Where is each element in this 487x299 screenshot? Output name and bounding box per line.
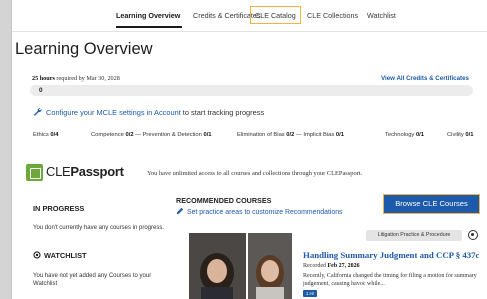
wrench-icon [33, 108, 42, 116]
eye-icon [33, 251, 41, 259]
course-recorded-date: Recorded Feb 27, 2026 [303, 263, 360, 269]
watchlist-heading: WATCHLIST [33, 251, 87, 260]
tab-watchlist[interactable]: Watchlist [367, 11, 396, 20]
watchlist-empty-text: You have not yet added any Courses to yo… [33, 273, 152, 287]
category-elimination-of-bias: Elimination of Bias 0/2 — Implicit Bias … [237, 132, 344, 138]
category-ethics: Ethics 0/4 [33, 132, 59, 138]
page: Learning Overview Credits & Certificates… [11, 0, 487, 299]
course-description: Recently, California changed the timing … [303, 273, 477, 287]
category-competence: Competence 0/2 — Prevention & Detection … [91, 132, 212, 138]
tab-learning-overview[interactable]: Learning Overview [116, 11, 180, 20]
progress-value: 0 [39, 87, 43, 94]
course-duration-badge: 1 Hr [303, 290, 317, 297]
pencil-icon [176, 207, 184, 215]
practice-area-tag: Litigation Practice & Procedure [366, 230, 462, 241]
configure-mcle-row: Configure your MCLE settings in Account … [33, 107, 264, 117]
browse-cle-courses-button[interactable]: Browse CLE Courses [383, 194, 480, 214]
tab-cle-collections[interactable]: CLE Collections [307, 11, 358, 20]
page-title: Learning Overview [15, 40, 153, 58]
hours-count: 25 hours [32, 75, 55, 82]
category-technology: Technology 0/1 [385, 132, 424, 138]
course-card[interactable]: Litigation Practice & Procedure Handling… [176, 225, 482, 299]
tab-cle-catalog[interactable]: CLE Catalog [255, 11, 296, 20]
more-options-icon[interactable] [468, 230, 478, 240]
credit-progress-bar: 0 [30, 85, 473, 96]
recommended-courses-heading: RECOMMENDED COURSES [176, 196, 272, 205]
active-tab-indicator [116, 26, 182, 28]
configure-mcle-text: to start tracking progress [180, 108, 265, 117]
category-civility: Civility 0/1 [447, 132, 474, 138]
clepassport-description: You have unlimited access to all courses… [147, 170, 363, 177]
in-progress-empty-text: You don't currently have any courses in … [33, 225, 164, 231]
speaker-photos [189, 233, 292, 299]
view-all-credits-link[interactable]: View All Credits & Certificates [381, 75, 469, 82]
hours-deadline: required by Mar 30, 2028 [54, 75, 120, 82]
course-title[interactable]: Handling Summary Judgment and CCP § 437c [303, 250, 479, 260]
set-practice-areas-link[interactable]: Set practice areas to customize Recommen… [176, 207, 343, 216]
top-nav: Learning Overview Credits & Certificates… [12, 0, 487, 32]
course-thumbnail [189, 233, 292, 299]
configure-mcle-link[interactable]: Configure your MCLE settings in Account [46, 108, 181, 117]
in-progress-heading: IN PROGRESS [33, 204, 85, 213]
clepassport-logo-icon [26, 164, 43, 181]
hours-required: 25 hours required by Mar 30, 2028 [32, 75, 120, 82]
